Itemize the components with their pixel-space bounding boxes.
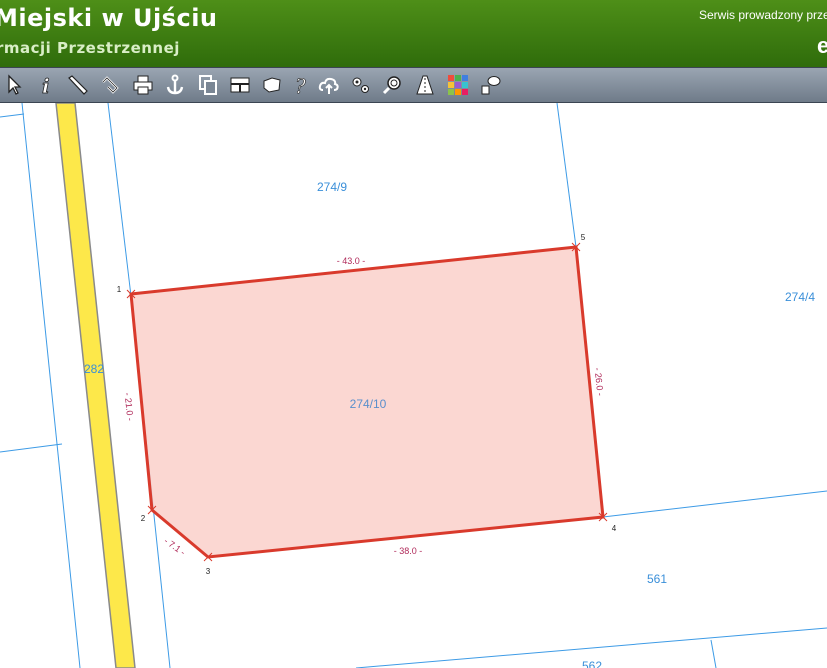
parcel-label-282: 282	[84, 362, 104, 376]
chat-icon[interactable]	[477, 71, 505, 99]
parcel-label-274-9: 274/9	[317, 180, 347, 194]
vertex-label-2: 2	[141, 514, 146, 523]
svg-text:i: i	[42, 74, 50, 97]
svg-text:?: ?	[295, 74, 306, 97]
parcel-line	[710, 639, 717, 668]
parcel-line	[0, 113, 25, 118]
edge-label-38: - 38.0 -	[394, 546, 423, 556]
app-header: Miejski w Ujściu rmacji Przestrzennej Se…	[0, 0, 827, 67]
parcel-line	[602, 490, 827, 518]
layout-icon[interactable]	[226, 71, 254, 99]
road-icon[interactable]	[411, 71, 439, 99]
measure-ruler-icon[interactable]	[64, 71, 92, 99]
vertex-label-5: 5	[581, 233, 586, 242]
parcel-line	[556, 103, 577, 248]
parcel-line	[107, 103, 132, 297]
info-icon[interactable]: i	[32, 71, 60, 99]
edge-label-43: - 43.0 -	[337, 256, 366, 266]
help-icon[interactable]: ?	[287, 71, 315, 99]
map-view[interactable]: 274/9 274/4 274/10 282 561 562 1 2 3 4 5…	[0, 103, 827, 668]
link-icon[interactable]	[96, 71, 124, 99]
parcel-label-274-10: 274/10	[350, 397, 387, 411]
copy-icon[interactable]	[194, 71, 222, 99]
settings-gears-icon[interactable]	[347, 71, 375, 99]
map-toolbar: i ?	[0, 67, 827, 103]
map-canvas[interactable]: 274/9 274/4 274/10 282 561 562 1 2 3 4 5…	[0, 103, 827, 668]
header-title: Miejski w Ujściu	[0, 4, 218, 32]
edge-label-21: - 21.0 -	[123, 392, 136, 421]
parcel-label-274-4: 274/4	[785, 290, 815, 304]
select-arrow-icon[interactable]	[0, 71, 28, 99]
parcel-label-562: 562	[582, 659, 602, 668]
edge-label-7-1: - 7.1 -	[162, 536, 187, 558]
vertex-label-3: 3	[206, 567, 211, 576]
vertex-label-4: 4	[612, 524, 617, 533]
header-service-text: Serwis prowadzony prze	[699, 8, 827, 22]
vertex-label-1: 1	[117, 285, 122, 294]
anchor-icon[interactable]	[161, 71, 189, 99]
header-corner-text: e	[817, 33, 827, 58]
color-grid-icon[interactable]	[444, 71, 472, 99]
parcel-line	[0, 443, 63, 453]
header-subtitle: rmacji Przestrzennej	[0, 39, 180, 57]
road-282	[55, 103, 136, 668]
cloud-upload-icon[interactable]	[315, 71, 343, 99]
zoom-icon[interactable]	[379, 71, 407, 99]
shape-icon[interactable]	[258, 71, 286, 99]
edge-label-26: - 26.0 -	[593, 367, 606, 396]
parcel-label-561: 561	[647, 572, 667, 586]
print-icon[interactable]	[129, 71, 157, 99]
